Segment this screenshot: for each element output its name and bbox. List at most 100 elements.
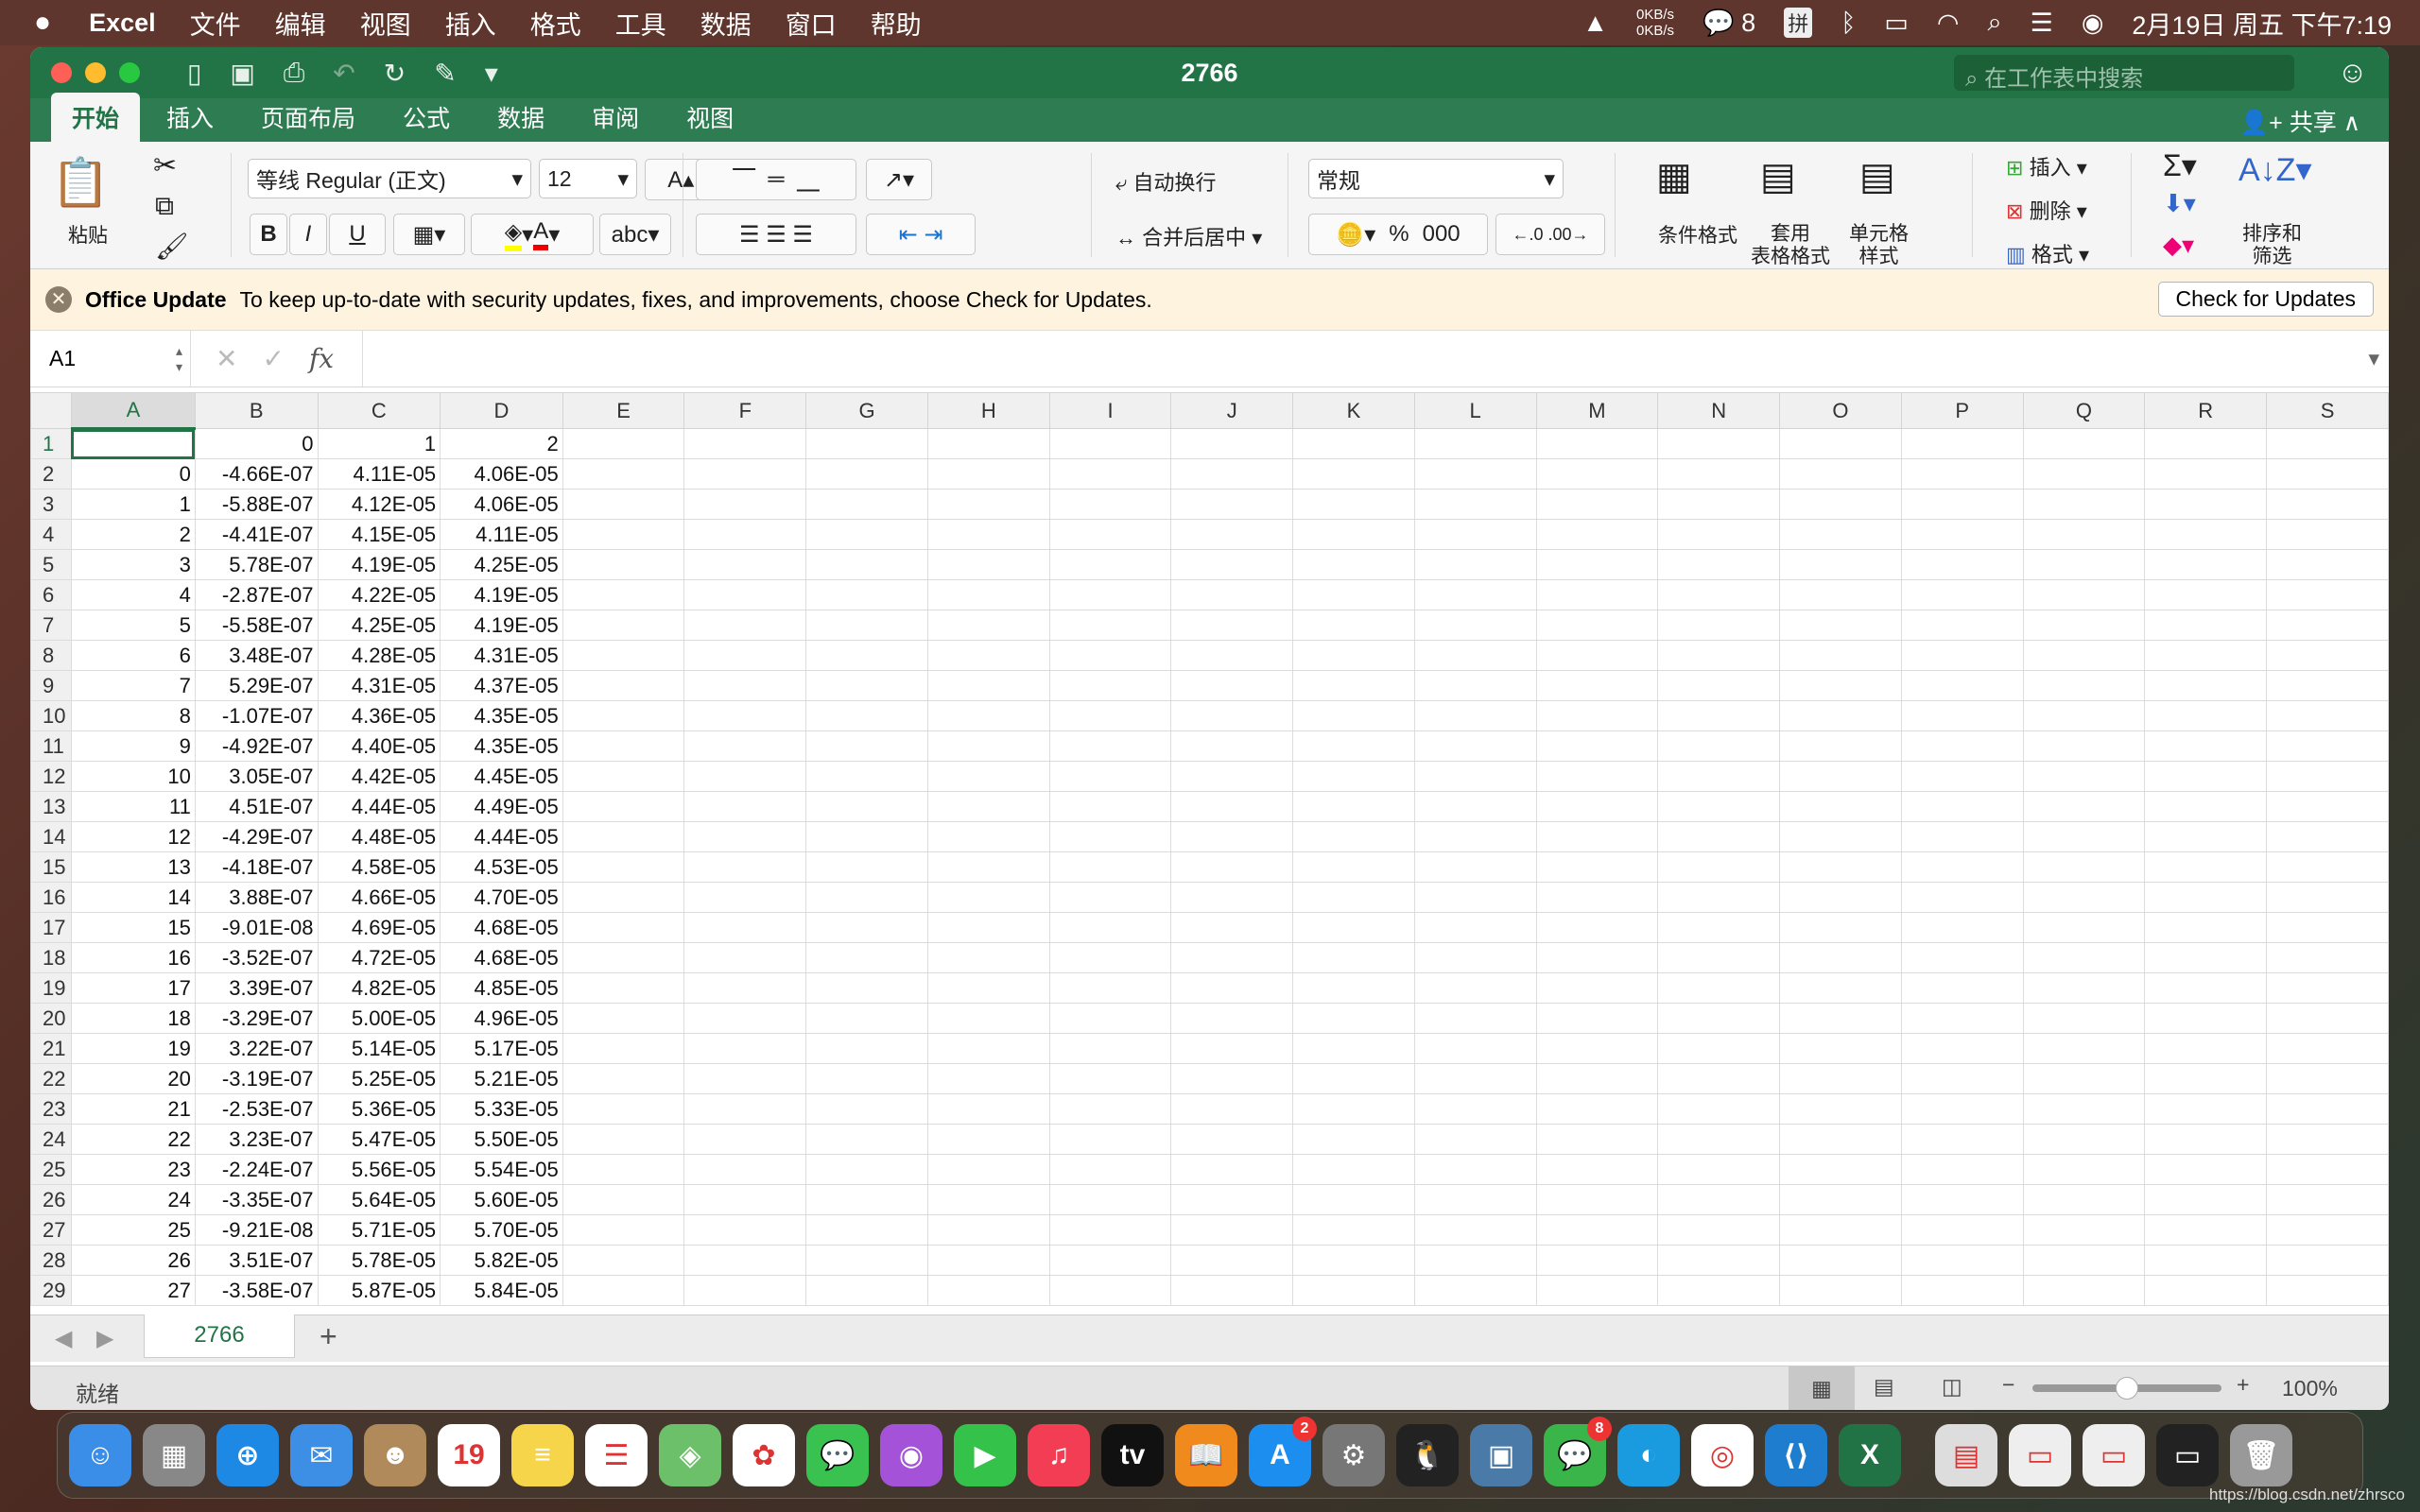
cell-L16[interactable] (1413, 882, 1537, 913)
cell-O1[interactable] (1779, 428, 1902, 459)
row-header[interactable]: 27 (30, 1214, 72, 1246)
cell-A25[interactable]: 23 (70, 1154, 196, 1185)
cell-B19[interactable]: 3.39E-07 (194, 972, 319, 1004)
cell-P25[interactable] (1900, 1154, 2024, 1185)
cell-G13[interactable] (805, 791, 928, 822)
sort-filter-icon[interactable]: A↓Z▾ (2238, 151, 2312, 189)
cell-K22[interactable] (1292, 1063, 1415, 1094)
cell-P3[interactable] (1900, 489, 2024, 520)
cell-G23[interactable] (805, 1093, 928, 1125)
cell-M13[interactable] (1535, 791, 1659, 822)
cell-K9[interactable] (1292, 670, 1415, 701)
cell-A17[interactable]: 15 (70, 912, 196, 943)
dock-tv-icon[interactable]: tv (1101, 1424, 1164, 1486)
cell-K23[interactable] (1292, 1093, 1415, 1125)
cell-L2[interactable] (1413, 458, 1537, 490)
cell-O2[interactable] (1779, 458, 1902, 490)
cell-D22[interactable]: 5.21E-05 (440, 1063, 563, 1094)
font-name-select[interactable]: 等线 Regular (正文) ▾ (248, 159, 531, 198)
cell-E24[interactable] (562, 1124, 685, 1155)
cell-J29[interactable] (1170, 1275, 1294, 1306)
cell-K15[interactable] (1292, 851, 1415, 883)
cell-D9[interactable]: 4.37E-05 (440, 670, 563, 701)
formula-input[interactable] (362, 331, 2389, 387)
cell-J12[interactable] (1170, 761, 1294, 792)
cell-Q24[interactable] (2022, 1124, 2146, 1155)
cat-icon[interactable]: ▲ (1582, 9, 1608, 38)
cell-N17[interactable] (1657, 912, 1781, 943)
cell-K8[interactable] (1292, 640, 1415, 671)
cell-N26[interactable] (1657, 1184, 1781, 1215)
cell-J2[interactable] (1170, 458, 1294, 490)
cell-B13[interactable]: 4.51E-07 (194, 791, 319, 822)
cell-G1[interactable] (805, 428, 928, 459)
cell-L18[interactable] (1413, 942, 1537, 973)
cell-Q7[interactable] (2022, 610, 2146, 641)
cell-L24[interactable] (1413, 1124, 1537, 1155)
cell-Q20[interactable] (2022, 1003, 2146, 1034)
dock-trash-icon[interactable]: 🗑 (2230, 1424, 2292, 1486)
cell-S16[interactable] (2266, 882, 2389, 913)
cell-L1[interactable] (1413, 428, 1537, 459)
cell-S1[interactable] (2266, 428, 2389, 459)
cell-K24[interactable] (1292, 1124, 1415, 1155)
dock-photos-icon[interactable]: ✿ (733, 1424, 795, 1486)
cell-C22[interactable]: 5.25E-05 (317, 1063, 441, 1094)
dock-maps-icon[interactable]: ◈ (659, 1424, 721, 1486)
cell-O8[interactable] (1779, 640, 1902, 671)
cell-B17[interactable]: -9.01E-08 (194, 912, 319, 943)
dock-contacts-icon[interactable]: ☻ (364, 1424, 426, 1486)
cell-N16[interactable] (1657, 882, 1781, 913)
cell-S15[interactable] (2266, 851, 2389, 883)
cell-F26[interactable] (683, 1184, 807, 1215)
cell-I20[interactable] (1048, 1003, 1172, 1034)
cell-H3[interactable] (926, 489, 1050, 520)
cell-S2[interactable] (2266, 458, 2389, 490)
cell-H16[interactable] (926, 882, 1050, 913)
cell-A16[interactable]: 14 (70, 882, 196, 913)
cell-O13[interactable] (1779, 791, 1902, 822)
cell-A7[interactable]: 5 (70, 610, 196, 641)
cell-R7[interactable] (2144, 610, 2268, 641)
cell-F24[interactable] (683, 1124, 807, 1155)
cell-C14[interactable]: 4.48E-05 (317, 821, 441, 852)
cell-I4[interactable] (1048, 519, 1172, 550)
cell-J18[interactable] (1170, 942, 1294, 973)
cell-N21[interactable] (1657, 1033, 1781, 1064)
cell-K6[interactable] (1292, 579, 1415, 610)
cell-N10[interactable] (1657, 700, 1781, 731)
cell-C13[interactable]: 4.44E-05 (317, 791, 441, 822)
cell-I1[interactable] (1048, 428, 1172, 459)
sort-filter-button[interactable]: 排序和 筛选 (2242, 223, 2302, 268)
ribbon-tab[interactable]: 页面布局 (240, 100, 376, 142)
cell-B3[interactable]: -5.88E-07 (194, 489, 319, 520)
cell-D15[interactable]: 4.53E-05 (440, 851, 563, 883)
cell-D13[interactable]: 4.49E-05 (440, 791, 563, 822)
phonetic-button[interactable]: abc▾ (599, 214, 671, 255)
cell-J24[interactable] (1170, 1124, 1294, 1155)
cell-D8[interactable]: 4.31E-05 (440, 640, 563, 671)
cell-P27[interactable] (1900, 1214, 2024, 1246)
bold-button[interactable]: B (250, 214, 287, 255)
cell-A14[interactable]: 12 (70, 821, 196, 852)
cell-G10[interactable] (805, 700, 928, 731)
cell-N20[interactable] (1657, 1003, 1781, 1034)
cell-F10[interactable] (683, 700, 807, 731)
cell-O20[interactable] (1779, 1003, 1902, 1034)
cell-L5[interactable] (1413, 549, 1537, 580)
cell-S25[interactable] (2266, 1154, 2389, 1185)
cell-B23[interactable]: -2.53E-07 (194, 1093, 319, 1125)
cell-D11[interactable]: 4.35E-05 (440, 730, 563, 762)
cell-K19[interactable] (1292, 972, 1415, 1004)
row-header[interactable]: 19 (30, 972, 72, 1004)
cell-O16[interactable] (1779, 882, 1902, 913)
cell-E2[interactable] (562, 458, 685, 490)
cell-R9[interactable] (2144, 670, 2268, 701)
cell-D20[interactable]: 4.96E-05 (440, 1003, 563, 1034)
indent-buttons[interactable]: ⇤ ⇥ (866, 214, 976, 255)
cell-M28[interactable] (1535, 1245, 1659, 1276)
cell-A24[interactable]: 22 (70, 1124, 196, 1155)
cell-O3[interactable] (1779, 489, 1902, 520)
cell-F15[interactable] (683, 851, 807, 883)
cell-N27[interactable] (1657, 1214, 1781, 1246)
